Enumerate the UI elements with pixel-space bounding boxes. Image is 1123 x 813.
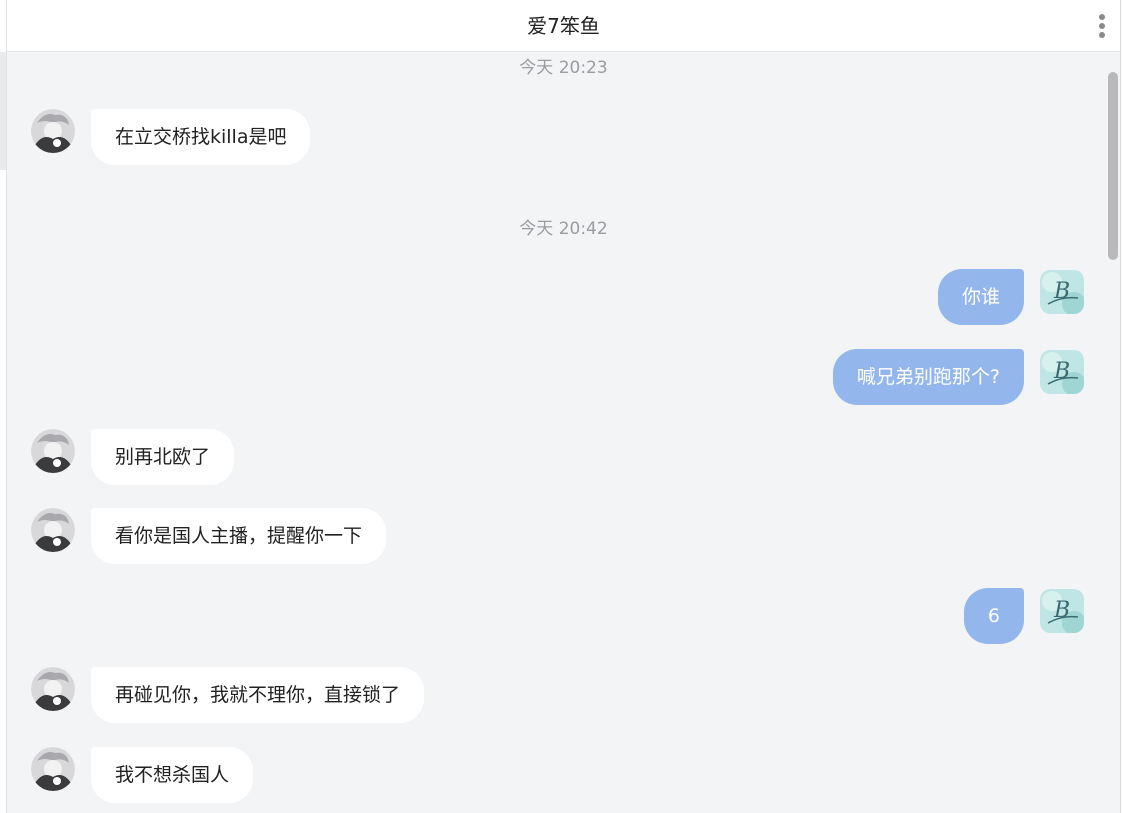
- self-avatar[interactable]: B: [1040, 350, 1084, 394]
- chat-window: 爱7笨鱼 今天 20:23 在立交桥找killa是吧 今天 20:42 你谁 B…: [6, 0, 1121, 813]
- message-bubble-incoming[interactable]: 别再北欧了: [91, 429, 235, 485]
- message-bubble-incoming[interactable]: 看你是国人主播，提醒你一下: [91, 508, 387, 564]
- contact-avatar[interactable]: [31, 747, 75, 791]
- message-bubble-outgoing[interactable]: 你谁: [937, 269, 1024, 325]
- contact-avatar[interactable]: [31, 667, 75, 711]
- contact-avatar[interactable]: [31, 508, 75, 552]
- scrollbar-thumb[interactable]: [1108, 72, 1118, 260]
- more-options-icon[interactable]: [1096, 14, 1108, 40]
- contact-avatar[interactable]: [31, 109, 75, 153]
- timestamp: 今天 20:42: [519, 219, 608, 239]
- message-bubble-outgoing[interactable]: 6: [963, 588, 1024, 644]
- message-bubble-incoming[interactable]: 再碰见你，我就不理你，直接锁了: [91, 667, 425, 723]
- message-bubble-incoming[interactable]: 在立交桥找killa是吧: [91, 109, 311, 165]
- scrollbar[interactable]: [1107, 60, 1119, 813]
- self-avatar[interactable]: B: [1040, 589, 1084, 633]
- timestamp: 今天 20:23: [519, 58, 608, 78]
- message-bubble-incoming[interactable]: 我不想杀国人: [91, 747, 254, 803]
- chat-title: 爱7笨鱼: [527, 14, 600, 38]
- chat-header: 爱7笨鱼: [7, 0, 1120, 52]
- contact-avatar[interactable]: [31, 429, 75, 473]
- message-bubble-outgoing[interactable]: 喊兄弟别跑那个?: [832, 349, 1024, 405]
- self-avatar[interactable]: B: [1040, 270, 1084, 314]
